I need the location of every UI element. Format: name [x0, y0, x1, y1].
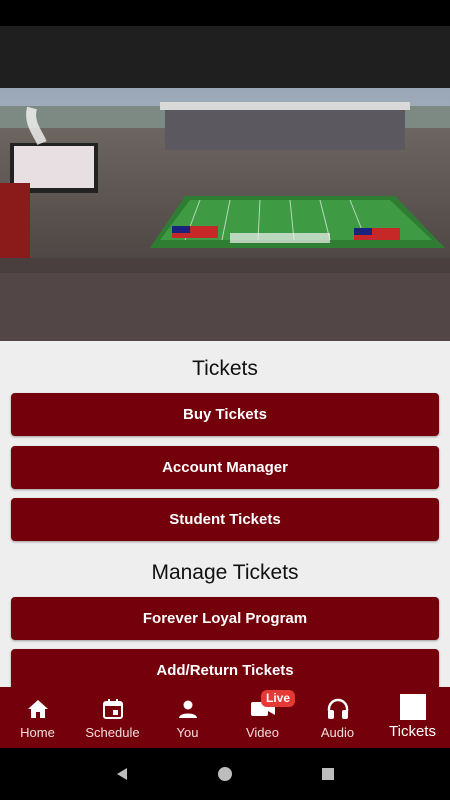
tab-video-label: Video [245, 725, 279, 740]
tab-schedule[interactable]: Schedule [75, 687, 150, 748]
tickets-icon [399, 694, 426, 720]
back-button[interactable] [102, 754, 142, 794]
home-circle-icon [217, 767, 232, 781]
app-bar [0, 26, 450, 88]
account-manager-button[interactable]: Account Manager [11, 446, 439, 489]
tickets-title: Tickets [192, 357, 258, 380]
tab-audio[interactable]: Audio [300, 687, 375, 748]
person-icon [176, 697, 200, 721]
calendar-icon [101, 697, 125, 721]
home-icon [26, 697, 50, 721]
forever-loyal-program-button[interactable]: Forever Loyal Program [11, 597, 439, 640]
manage-tickets-title: Manage Tickets [151, 561, 299, 584]
live-badge: Live [261, 690, 296, 707]
buy-tickets-button[interactable]: Buy Tickets [11, 393, 439, 436]
add-return-tickets-button[interactable]: Add/Return Tickets [11, 649, 439, 687]
tab-you[interactable]: You [150, 687, 225, 748]
system-nav-bar [0, 748, 450, 800]
tab-audio-label: Audio [320, 725, 355, 740]
recents-icon [322, 768, 335, 780]
tab-you-label: You [176, 725, 199, 740]
tickets-content: Tickets Buy Tickets Account Manager Stud… [0, 341, 450, 687]
recents-button[interactable] [308, 754, 348, 794]
home-nav-button[interactable] [205, 754, 245, 794]
student-tickets-button[interactable]: Student Tickets [11, 498, 439, 541]
tab-tickets-label: Tickets [389, 723, 436, 740]
tab-tickets[interactable]: Tickets [375, 687, 450, 748]
stadium-image [0, 88, 450, 341]
tab-video[interactable]: Live Video [225, 687, 300, 748]
status-bar [0, 0, 450, 26]
headphones-icon [326, 697, 350, 721]
bottom-tab-bar: Home Schedule You Live Video Audio Ticke… [0, 687, 450, 748]
tab-home[interactable]: Home [0, 687, 75, 748]
back-icon [116, 768, 127, 780]
tab-home-label: Home [20, 725, 55, 740]
tab-schedule-label: Schedule [85, 725, 140, 740]
